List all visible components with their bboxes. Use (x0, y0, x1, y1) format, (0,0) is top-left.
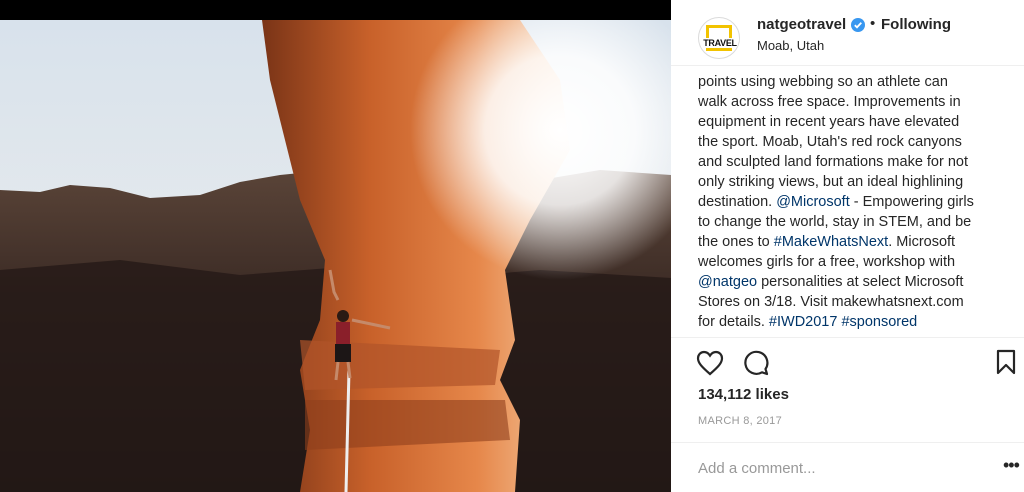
caption-text: walk across free space. Improvements in (698, 94, 961, 110)
caption-line: destination. @Microsoft - Empowering gir… (698, 192, 974, 212)
caption-line: and sculpted land formations make for no… (698, 152, 974, 172)
caption-line: only striking views, but an ideal highli… (698, 172, 974, 192)
caption-text: the ones to (698, 234, 774, 250)
separator-dot: • (870, 15, 876, 32)
following-button[interactable]: Following (881, 16, 951, 33)
caption-text: equipment in recent years have elevated (698, 114, 960, 130)
post-date[interactable]: MARCH 8, 2017 (698, 415, 782, 427)
caption-line: welcomes girls for a free, workshop with (698, 252, 974, 272)
comment-input[interactable] (696, 455, 960, 481)
verified-badge-icon (851, 18, 865, 32)
caption-text: welcomes girls for a free, workshop with (698, 254, 956, 270)
caption-text: points using webbing so an athlete can (698, 74, 948, 90)
post-caption: points using webbing so an athlete can wa… (698, 72, 974, 332)
caption-line: to change the world, stay in STEM, and b… (698, 212, 974, 232)
caption-text: . Microsoft (888, 234, 956, 250)
hashtag-link[interactable]: #IWD2017 (769, 314, 838, 330)
hashtag-link[interactable]: #sponsored (841, 314, 917, 330)
post-detail-panel: TRAVEL natgeotravel • Following Moab, Ut… (671, 0, 1024, 492)
post-photo[interactable] (0, 20, 671, 492)
comment-bar: ••• (671, 442, 1024, 492)
bookmark-icon[interactable] (996, 349, 1016, 375)
location-link[interactable]: Moab, Utah (757, 38, 824, 53)
caption-line: Stores on 3/18. Visit makewhatsnext.com (698, 292, 974, 312)
caption-text: personalities at select Microsoft (757, 274, 964, 290)
caption-text: the sport. Moab, Utah's red rock canyons (698, 134, 962, 150)
caption-text: destination. (698, 194, 777, 210)
like-count[interactable]: 134,112 likes (698, 386, 789, 403)
hashtag-link[interactable]: #MakeWhatsNext (774, 234, 888, 250)
mention-link[interactable]: @natgeo (698, 274, 757, 290)
caption-line: walk across free space. Improvements in (698, 92, 974, 112)
mention-link[interactable]: @Microsoft (776, 194, 850, 210)
photo-illustration (0, 20, 671, 492)
caption-line: points using webbing so an athlete can (698, 72, 974, 92)
caption-text: to change the world, stay in STEM, and b… (698, 214, 972, 230)
caption-text: only striking views, but an ideal highli… (698, 174, 964, 190)
username-link[interactable]: natgeotravel (757, 16, 846, 33)
caption-line: equipment in recent years have elevated (698, 112, 974, 132)
caption-text: - Empowering girls (849, 194, 974, 210)
post-header: TRAVEL natgeotravel • Following Moab, Ut… (671, 0, 1024, 66)
caption-text: and sculpted land formations make for no… (698, 154, 969, 170)
caption-text: Stores on 3/18. Visit makewhatsnext.com (698, 294, 964, 310)
caption-text: for details. (698, 314, 769, 330)
caption-line: for details. #IWD2017 #sponsored (698, 312, 974, 332)
action-bar (671, 337, 1024, 376)
caption-line: the sport. Moab, Utah's red rock canyons (698, 132, 974, 152)
heart-icon[interactable] (696, 350, 724, 376)
caption-scroll-area[interactable]: points using webbing so an athlete can wa… (698, 66, 1008, 336)
comment-icon[interactable] (742, 349, 770, 377)
avatar-logo-text: TRAVEL (701, 38, 739, 48)
caption-line: the ones to #MakeWhatsNext. Microsoft (698, 232, 974, 252)
caption-line: @natgeo personalities at select Microsof… (698, 272, 974, 292)
more-options-button[interactable]: ••• (1003, 455, 1020, 476)
avatar[interactable]: TRAVEL (698, 17, 740, 59)
